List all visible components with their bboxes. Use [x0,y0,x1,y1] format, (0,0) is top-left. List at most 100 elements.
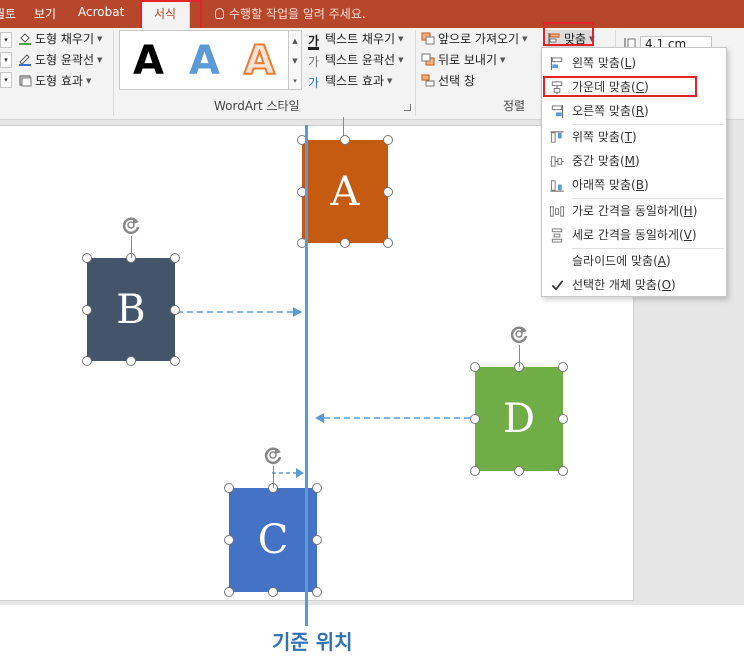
shape-gallery-more[interactable]: ▾ [0,72,12,88]
shape-outline-label: 도형 윤곽선 [35,53,95,67]
menu-item-align-bottom[interactable]: 아래쪽 맞춤(B) [543,174,725,196]
distribute-horizontal-icon [549,206,565,217]
resize-handle[interactable] [470,466,480,476]
selection-pane-label: 선택 창 [438,74,475,88]
shape-c[interactable]: C [229,488,317,592]
resize-handle[interactable] [558,466,568,476]
tab-review[interactable]: 뭘토 [0,5,16,22]
shape-effects-button[interactable]: 도형 효과 ▼ [18,72,91,89]
menu-item-align-to-slide[interactable]: 슬라이드에 맞춤(A) [543,250,725,272]
resize-handle[interactable] [224,587,234,597]
resize-handle[interactable] [558,362,568,372]
resize-handle[interactable] [82,356,92,366]
shape-d[interactable]: D [475,367,563,471]
wordart-gallery[interactable]: A A A [119,30,289,90]
wordart-sample-black[interactable]: A [133,37,164,85]
resize-handle[interactable] [340,238,350,248]
wordart-group-label: WordArt 스타일 [214,99,300,113]
align-bottom-icon [550,180,564,192]
shape-b-label: B [116,286,146,333]
selection-pane-button[interactable]: 선택 창 [421,72,475,89]
align-center-icon [551,80,563,95]
resize-handle[interactable] [224,535,234,545]
resize-handle[interactable] [170,304,180,315]
shape-gallery-scroll[interactable]: ▾ [0,52,12,68]
menu-item-label: 가운데 맞춤(C) [572,80,649,94]
align-middle-icon [550,156,564,167]
align-left-icon [550,56,563,71]
bring-forward-label: 앞으로 가져오기 [438,32,520,46]
tab-acrobat[interactable]: Acrobat [78,5,124,19]
send-backward-button[interactable]: 뒤로 보내기 ▼ [421,51,505,68]
resize-handle[interactable] [558,414,568,424]
rotate-handle-icon[interactable] [120,214,142,236]
menu-item-align-right[interactable]: 오른쪽 맞춤(R) [543,100,725,122]
resize-handle[interactable] [383,135,393,145]
text-outline-button[interactable]: 가 텍스트 윤곽선 ▼ [308,51,403,69]
resize-handle[interactable] [383,238,393,248]
resize-handle[interactable] [383,186,393,197]
wordart-gallery-scroll[interactable]: ▲ ▼ ▾ [289,30,302,90]
rotation-stem [519,345,520,367]
resize-handle[interactable] [82,304,92,315]
resize-handle[interactable] [312,483,322,493]
resize-handle[interactable] [470,362,480,372]
ribbon-tab-bar: 뭘토 보기 Acrobat 서식 수행할 작업을 알려 주세요. [0,0,744,32]
menu-item-align-center[interactable]: 가운데 맞춤(C) [543,76,725,98]
wordart-sample-orange-outline[interactable]: A [243,37,276,85]
menu-item-align-top[interactable]: 위쪽 맞춤(T) [543,126,725,148]
selection-pane-icon [421,74,435,87]
resize-handle[interactable] [312,535,322,545]
resize-handle[interactable] [170,356,180,366]
shape-effects-icon [19,75,32,87]
shape-outline-button[interactable]: 도형 윤곽선 ▼ [18,51,102,68]
align-button[interactable]: 맞춤 ▼ [546,30,595,48]
shape-b[interactable]: B [87,258,175,361]
menu-item-label: 아래쪽 맞춤(B) [572,178,649,192]
menu-item-distribute-vertical[interactable]: 세로 간격을 동일하게(V) [543,224,725,246]
menu-item-distribute-horizontal[interactable]: 가로 간격을 동일하게(H) [543,200,725,222]
resize-handle[interactable] [514,466,524,476]
rotate-handle-icon[interactable] [262,444,284,466]
resize-handle[interactable] [470,414,480,424]
menu-separator [572,124,724,125]
text-fill-button[interactable]: 가 텍스트 채우기 ▼ [308,30,403,48]
wordart-sample-blue[interactable]: A [189,37,220,85]
menu-item-label: 가로 간격을 동일하게(H) [572,204,698,218]
distribute-vertical-icon [551,228,563,243]
group-separator [113,30,114,116]
shape-a[interactable]: A [302,140,388,243]
resize-handle[interactable] [312,587,322,597]
wordart-dialog-launcher-icon[interactable] [404,104,411,111]
rotate-handle-icon[interactable] [508,323,530,345]
move-arrow-d [315,413,472,423]
menu-item-align-middle[interactable]: 중간 맞춤(M) [543,150,725,172]
text-fill-icon: 가 [308,34,320,48]
tell-me-search[interactable]: 수행할 작업을 알려 주세요. [215,5,366,22]
pen-icon [19,54,31,66]
text-effects-button[interactable]: 가 텍스트 효과 ▼ [308,72,392,90]
menu-item-label: 세로 간격을 동일하게(V) [572,228,697,242]
menu-item-label: 위쪽 맞춤(T) [572,130,637,144]
caption-area [0,605,744,665]
menu-item-checkmark[interactable]: 선택한 개체 맞춤(O) [543,274,725,296]
align-icon [548,33,560,44]
resize-handle[interactable] [340,135,350,145]
resize-handle[interactable] [170,253,180,263]
tab-view[interactable]: 보기 [34,5,56,22]
resize-handle[interactable] [126,356,136,366]
resize-handle[interactable] [224,483,234,493]
align-right-icon [551,104,564,119]
resize-handle[interactable] [82,253,92,263]
arrange-group-label: 정렬 [503,99,526,113]
menu-separator [572,248,724,249]
reference-label: 기준 위치 [272,630,353,654]
bring-forward-button[interactable]: 앞으로 가져오기 ▼ [421,30,528,47]
move-arrow-c [272,468,304,478]
resize-handle[interactable] [268,587,278,597]
menu-item-align-left[interactable]: 왼쪽 맞춤(L) [543,52,725,74]
menu-item-label: 중간 맞춤(M) [572,154,640,168]
menu-item-label: 왼쪽 맞춤(L) [572,56,637,70]
shape-fill-button[interactable]: 도형 채우기 ▼ [18,30,102,47]
shape-gallery-dropdown[interactable]: ▾ [0,32,12,48]
